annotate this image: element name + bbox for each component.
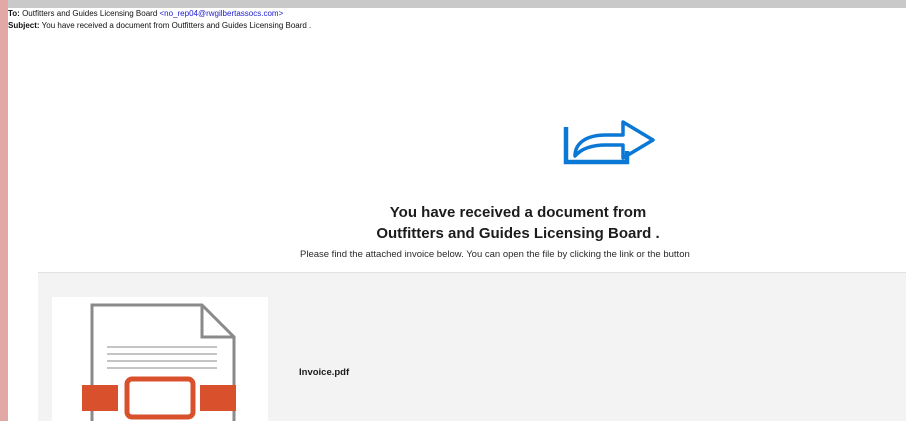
- description-text: Please find the attached invoice below. …: [300, 249, 690, 260]
- email-view: To: Outfitters and Guides Licensing Boar…: [8, 8, 906, 421]
- headline: You have received a document from Outfit…: [288, 202, 748, 244]
- subject-text: You have received a document from Outfit…: [41, 21, 312, 30]
- attachment-file-name[interactable]: Invoice.pdf: [299, 367, 349, 378]
- subject-label: Subject:: [8, 21, 40, 30]
- to-name: Outfitters and Guides Licensing Board: [22, 9, 158, 18]
- attachment-thumbnail[interactable]: [52, 297, 268, 421]
- document-icon: [82, 303, 236, 421]
- attachment-card[interactable]: Invoice.pdf: [38, 272, 906, 421]
- to-address-link[interactable]: <no_rep04@rwgilbertassocs.com>: [160, 9, 284, 18]
- headline-line-2: Outfitters and Guides Licensing Board .: [376, 225, 660, 242]
- email-to-line: To: Outfitters and Guides Licensing Boar…: [8, 9, 283, 19]
- window-edge: [0, 0, 8, 421]
- share-arrow-icon: [563, 120, 655, 165]
- headline-line-1: You have received a document from: [389, 204, 647, 221]
- email-subject-line: Subject: You have received a document fr…: [8, 21, 311, 31]
- to-label: To:: [8, 9, 20, 18]
- screenshot-frame: To: Outfitters and Guides Licensing Boar…: [0, 0, 906, 421]
